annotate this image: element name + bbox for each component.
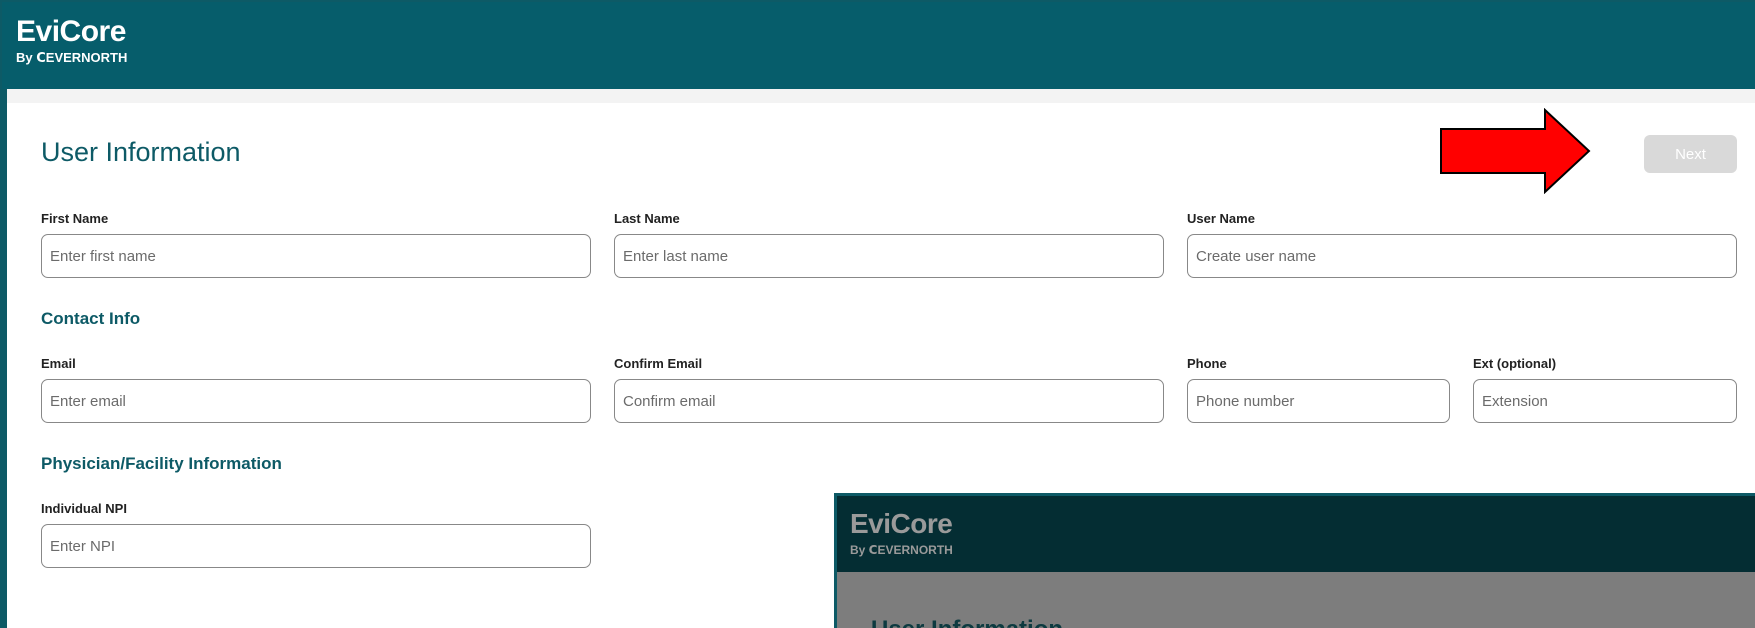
app-window: EviCore By ⅭEVERNORTH User Information N… — [0, 0, 1755, 628]
contact-info-heading: Contact Info — [41, 309, 141, 328]
phone-input[interactable] — [1187, 379, 1450, 423]
page-title: User Information — [41, 137, 241, 167]
logo-wordmark: EviCore — [16, 15, 126, 48]
overlay-logo-byline: By ⅭEVERNORTH — [850, 543, 953, 557]
last-name-label: Last Name — [614, 211, 680, 226]
extension-input[interactable] — [1473, 379, 1737, 423]
overlay-logo-wordmark: EviCore — [850, 508, 953, 539]
first-name-input[interactable] — [41, 234, 591, 278]
annotation-arrow-icon — [1440, 108, 1591, 194]
extension-label: Ext (optional) — [1473, 356, 1557, 371]
email-label: Email — [41, 356, 76, 371]
individual-npi-input[interactable] — [41, 524, 591, 568]
next-button[interactable]: Next — [1644, 135, 1737, 173]
app-header: EviCore By ⅭEVERNORTH — [2, 2, 1755, 89]
phone-label: Phone — [1187, 356, 1227, 371]
confirm-email-label: Confirm Email — [614, 356, 703, 371]
last-name-input[interactable] — [614, 234, 1164, 278]
overlay-window: EviCore By ⅭEVERNORTH User Information — [834, 493, 1755, 628]
overlay-evicore-logo: EviCore By ⅭEVERNORTH — [850, 508, 953, 557]
user-name-label: User Name — [1187, 211, 1255, 226]
logo-byline: By ⅭEVERNORTH — [16, 50, 128, 65]
confirm-email-input[interactable] — [614, 379, 1164, 423]
individual-npi-label: Individual NPI — [41, 501, 127, 516]
physician-facility-heading: Physician/Facility Information — [41, 454, 282, 473]
overlay-page-title: User Information — [871, 616, 1063, 628]
left-border — [2, 89, 7, 628]
overlay-header: EviCore By ⅭEVERNORTH — [837, 496, 1755, 572]
top-strip — [7, 89, 1755, 103]
email-input[interactable] — [41, 379, 591, 423]
user-name-input[interactable] — [1187, 234, 1737, 278]
first-name-label: First Name — [41, 211, 109, 226]
evicore-logo[interactable]: EviCore By ⅭEVERNORTH — [16, 16, 127, 65]
